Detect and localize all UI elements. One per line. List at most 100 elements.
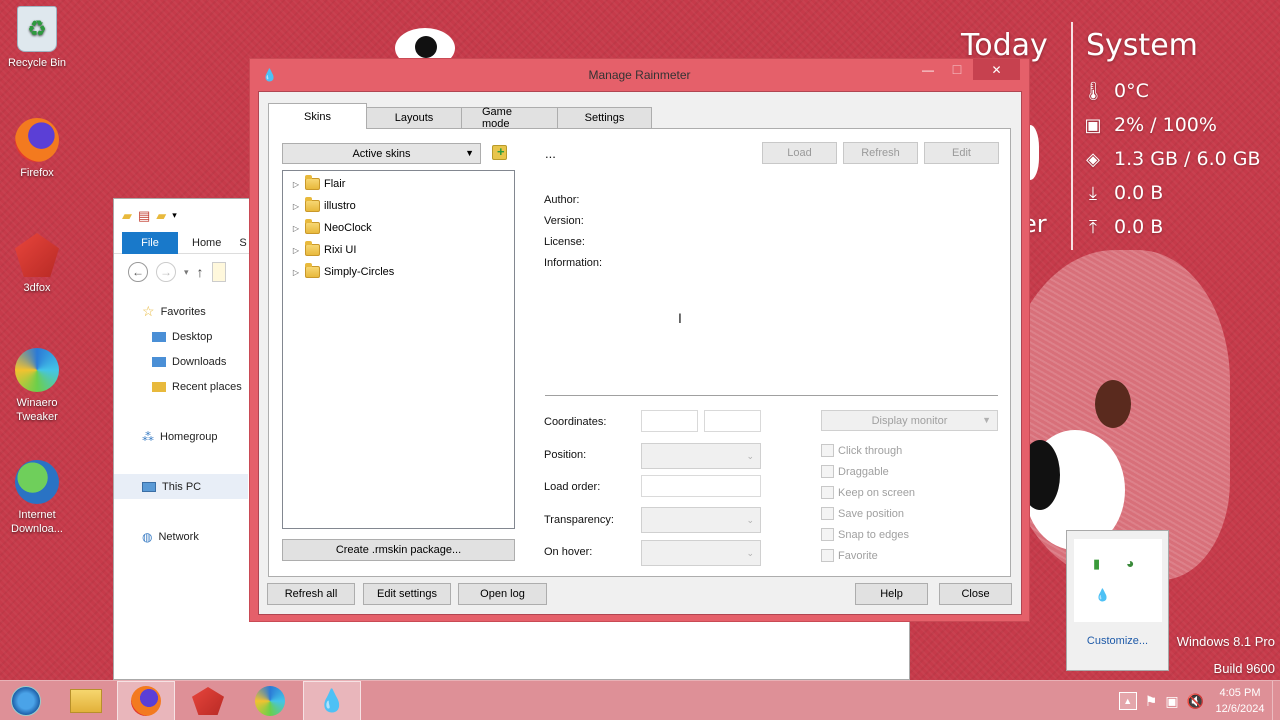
widget-temperature-row: 🌡 0°C: [1082, 80, 1149, 102]
taskbar-rainmeter[interactable]: 💧: [303, 681, 361, 720]
tree-item-illustro[interactable]: ▷ illustro: [291, 196, 356, 216]
checkbox-box[interactable]: [821, 486, 834, 499]
version-label: Version:: [544, 215, 584, 227]
display-monitor-dropdown[interactable]: Display monitor ▼: [821, 410, 998, 431]
nav-desktop[interactable]: Desktop: [114, 324, 248, 349]
desktop-icon-winaero-tweaker[interactable]: Winaero Tweaker: [0, 348, 74, 424]
close-manager-button[interactable]: Close: [939, 583, 1012, 605]
tab-settings[interactable]: Settings: [557, 107, 652, 129]
ribbon-file-tab[interactable]: File: [122, 231, 178, 254]
transparency-select[interactable]: ⌄: [641, 507, 761, 533]
tab-layouts[interactable]: Layouts: [366, 107, 462, 129]
close-button[interactable]: ✕: [973, 59, 1020, 80]
tab-game-mode[interactable]: Game mode: [461, 106, 558, 130]
expand-icon[interactable]: ▷: [291, 202, 301, 211]
on-hover-select[interactable]: ⌄: [641, 540, 761, 566]
expand-icon[interactable]: ▷: [291, 180, 301, 189]
minimize-button[interactable]: —: [915, 59, 941, 80]
location-folder-icon[interactable]: [211, 262, 226, 282]
customize-link[interactable]: Customize...: [1067, 635, 1168, 647]
volume-muted-icon[interactable]: 🔇: [1187, 693, 1204, 710]
chevron-down-icon[interactable]: ▾: [172, 210, 177, 221]
taskbar-clock[interactable]: 4:05 PM 12/6/2024: [1208, 685, 1272, 717]
active-skins-label: Active skins: [352, 147, 411, 160]
refresh-all-button[interactable]: Refresh all: [267, 583, 355, 605]
back-icon[interactable]: ←: [128, 262, 148, 282]
ribbon-home-tab[interactable]: Home: [178, 237, 235, 249]
checkbox-box[interactable]: [821, 528, 834, 541]
nav-this-pc[interactable]: This PC: [114, 474, 248, 499]
nav-downloads[interactable]: Downloads: [114, 349, 248, 374]
tree-item-rixi-ui[interactable]: ▷ Rixi UI: [291, 240, 356, 260]
save-position-checkbox[interactable]: Save position: [821, 507, 904, 520]
expand-icon[interactable]: ▷: [291, 224, 301, 233]
nav-homegroup[interactable]: ⁂ Homegroup: [114, 424, 248, 449]
tree-item-flair[interactable]: ▷ Flair: [291, 174, 345, 194]
network-status-icon[interactable]: ▣: [1165, 693, 1178, 710]
desktop-icon-label: Winaero Tweaker: [16, 397, 58, 423]
network-tray-icon[interactable]: ◕: [1126, 555, 1134, 571]
coordinate-y-field[interactable]: [704, 410, 761, 432]
tab-skins[interactable]: Skins: [268, 103, 367, 129]
widget-temperature: 0°C: [1114, 80, 1149, 102]
desktop-icon-recycle-bin[interactable]: ♻ Recycle Bin: [0, 6, 74, 70]
expand-icon[interactable]: ▷: [291, 246, 301, 255]
add-skin-icon[interactable]: +: [492, 144, 507, 160]
desktop-icon-firefox[interactable]: Firefox: [0, 118, 74, 180]
download-icon: ⤓: [1089, 182, 1097, 204]
taskbar-file-explorer[interactable]: [57, 681, 115, 720]
checkbox-box[interactable]: [821, 507, 834, 520]
maximize-button[interactable]: ☐: [944, 59, 970, 80]
on-hover-label: On hover:: [544, 546, 593, 558]
taskbar-edge[interactable]: [241, 681, 299, 720]
nav-favorites[interactable]: ☆ Favorites: [114, 299, 248, 324]
rainmeter-tray-icon[interactable]: 💧: [1095, 588, 1110, 602]
draggable-checkbox[interactable]: Draggable: [821, 465, 889, 478]
edit-button[interactable]: Edit: [924, 142, 999, 164]
nav-label: Desktop: [172, 330, 213, 343]
checkbox-box[interactable]: [821, 549, 834, 562]
click-through-checkbox[interactable]: Click through: [821, 444, 902, 457]
desktop-icon-internet-download-manager[interactable]: Internet Downloa...: [0, 460, 74, 536]
load-order-field[interactable]: [641, 475, 761, 497]
taskbar-3dfox[interactable]: [179, 681, 237, 720]
forward-icon[interactable]: →: [156, 262, 176, 282]
active-skins-dropdown[interactable]: Active skins ▼: [282, 143, 481, 164]
desktop-icon-label: 3dfox: [23, 282, 51, 294]
snap-to-edges-checkbox[interactable]: Snap to edges: [821, 528, 909, 541]
keep-on-screen-checkbox[interactable]: Keep on screen: [821, 486, 915, 499]
tray-overflow-popup: ▮ ◕ 💧 Customize...: [1066, 530, 1169, 671]
refresh-button[interactable]: Refresh: [843, 142, 918, 164]
manage-rainmeter-window[interactable]: 💧 Manage Rainmeter — ☐ ✕ Skins Layouts G…: [249, 58, 1030, 622]
skins-tree[interactable]: ▷ Flair ▷ illustro ▷ NeoClock ▷ Rixi UI …: [282, 170, 515, 529]
create-rmskin-package-button[interactable]: Create .rmskin package...: [282, 539, 515, 561]
nav-recent-places[interactable]: Recent places: [114, 374, 248, 399]
desktop-icon-3dfox[interactable]: 3dfox: [0, 233, 74, 295]
edit-settings-button[interactable]: Edit settings: [363, 583, 451, 605]
checkbox-box[interactable]: [821, 444, 834, 457]
taskbar-firefox[interactable]: [117, 681, 175, 720]
start-button[interactable]: [0, 681, 52, 720]
new-folder-icon[interactable]: ▰: [156, 208, 166, 224]
usb-safely-remove-icon[interactable]: ▮: [1093, 556, 1100, 572]
tree-item-neoclock[interactable]: ▷ NeoClock: [291, 218, 372, 238]
display-monitor-label: Display monitor: [871, 414, 948, 427]
help-button[interactable]: Help: [855, 583, 928, 605]
position-select[interactable]: ⌄: [641, 443, 761, 469]
coordinate-x-field[interactable]: [641, 410, 698, 432]
action-center-flag-icon[interactable]: ⚑: [1145, 693, 1158, 710]
recent-locations-icon[interactable]: ▾: [184, 267, 189, 278]
favorite-checkbox[interactable]: Favorite: [821, 549, 878, 562]
text-cursor-icon: I: [678, 310, 682, 326]
nav-network[interactable]: ◍ Network: [114, 524, 248, 549]
show-hidden-icons-button[interactable]: ▲: [1118, 692, 1137, 710]
up-icon[interactable]: ↑: [197, 264, 204, 280]
checkbox-box[interactable]: [821, 465, 834, 478]
expand-icon[interactable]: ▷: [291, 268, 301, 277]
tree-item-simply-circles[interactable]: ▷ Simply-Circles: [291, 262, 394, 282]
open-log-button[interactable]: Open log: [458, 583, 547, 605]
manager-titlebar[interactable]: 💧 Manage Rainmeter — ☐ ✕: [250, 59, 1029, 91]
properties-icon[interactable]: ▤: [138, 208, 150, 224]
load-button[interactable]: Load: [762, 142, 837, 164]
show-desktop-button[interactable]: [1272, 681, 1280, 720]
